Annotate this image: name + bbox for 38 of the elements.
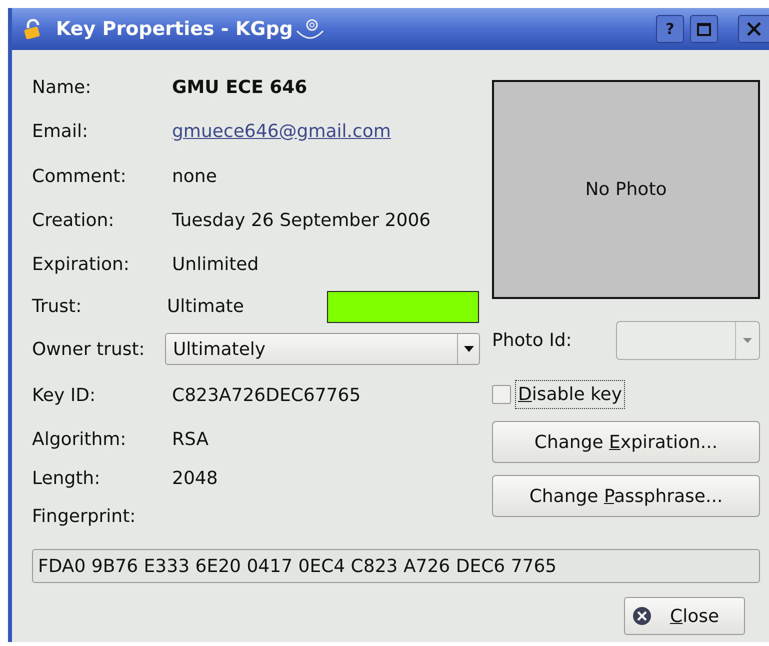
owner-trust-dropdown[interactable]: Ultimately (165, 333, 480, 365)
window-title: Key Properties - KGpg (56, 16, 293, 42)
maximize-button[interactable] (690, 15, 718, 43)
photo-id-label: Photo Id: (492, 329, 572, 353)
dropdown-arrow-icon (743, 338, 752, 343)
field-label: Creation: (32, 208, 116, 232)
field-value: C823A726DEC67765 (172, 384, 361, 408)
field-label: Owner trust: (32, 338, 146, 362)
close-window-button[interactable] (738, 15, 769, 43)
disable-key-label[interactable]: Disable key (515, 380, 626, 409)
fingerprint-field[interactable]: FDA0 9B76 E333 6E20 0417 0EC4 C823 A726 DEC6 7765 (32, 549, 760, 583)
field-value: GMU ECE 646 (172, 76, 308, 100)
field-label: Trust: (32, 295, 83, 319)
field-value: Unlimited (172, 252, 259, 276)
field-label: Expiration: (32, 252, 130, 276)
swirl-icon (294, 17, 325, 41)
field-label: Fingerprint: (32, 505, 137, 529)
field-label: Email: (32, 120, 90, 144)
field-label: Key ID: (32, 384, 97, 408)
field-label: Length: (32, 467, 102, 491)
disable-key-checkbox[interactable] (492, 385, 511, 404)
field-value: RSA (172, 428, 209, 452)
email-link[interactable]: gmuece646@gmail.com (172, 118, 391, 145)
close-circle-icon (632, 606, 652, 626)
field-label: Comment: (32, 164, 128, 188)
action-button[interactable]: Change Expiration... (492, 421, 760, 463)
no-photo-text: No Photo (585, 178, 667, 202)
dropdown-arrow-icon (464, 346, 474, 352)
field-label: Name: (32, 76, 92, 100)
field-value: Tuesday 26 September 2006 (172, 208, 431, 232)
field-label: Algorithm: (32, 428, 128, 452)
close-button[interactable]: Close (624, 597, 745, 635)
field-value: 2048 (172, 467, 218, 491)
field-value: none (172, 164, 217, 188)
help-button[interactable]: ? (656, 15, 684, 43)
close-icon (747, 22, 761, 36)
field-value: Ultimate (167, 295, 245, 319)
action-button[interactable]: Change Passphrase... (492, 475, 760, 517)
